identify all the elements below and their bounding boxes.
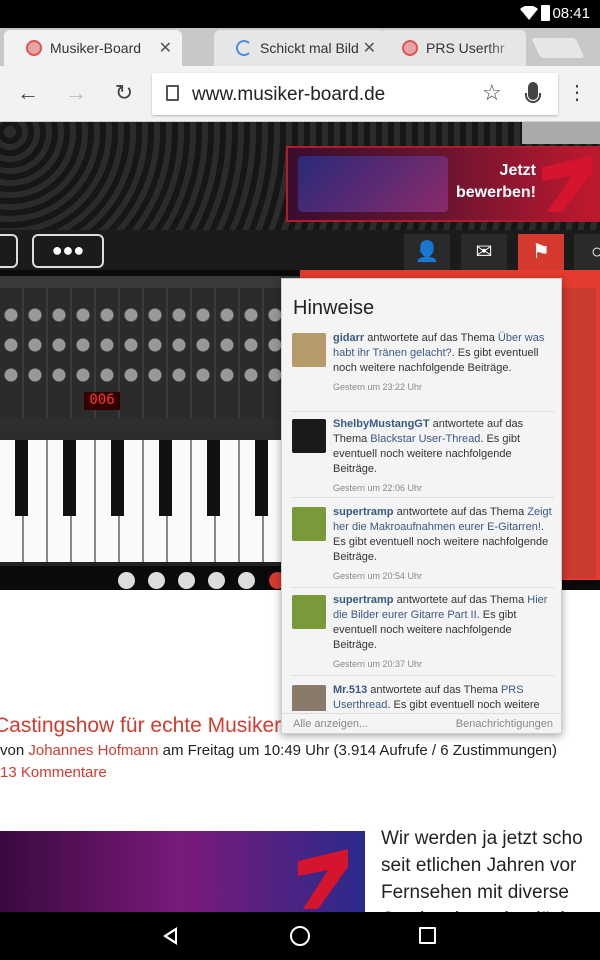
avatar [292, 333, 326, 367]
article-image [0, 831, 365, 912]
show-all-link[interactable]: Alle anzeigen... [293, 718, 368, 730]
close-tab-icon[interactable]: ✕ [159, 38, 172, 58]
notification-user[interactable]: supertramp [333, 506, 394, 518]
ad-text: Jetzt bewerben! [455, 162, 536, 201]
status-bar: 08:41 [0, 0, 600, 28]
author-link[interactable]: Johannes Hofmann [28, 742, 158, 759]
wifi-icon [520, 6, 538, 20]
user-icon[interactable]: 👤 [404, 234, 450, 270]
avatar [292, 685, 326, 711]
page-icon [166, 85, 179, 101]
popover-title: Hinweise [293, 297, 375, 319]
reload-icon[interactable]: ↻ [110, 80, 138, 106]
address-bar[interactable]: www.musiker-board.de ☆ [152, 73, 558, 115]
notifications-popover: Hinweise gidarr antwortete auf das Thema… [281, 278, 563, 735]
ad-banner[interactable]: Jetzt bewerben! [286, 146, 600, 222]
tab-title: Musiker-Board [50, 40, 142, 56]
flag-icon[interactable]: ⚑ [518, 234, 564, 270]
tab-musiker-board[interactable]: Musiker-Board ✕ [4, 30, 182, 66]
notification-time: Gestern um 22:06 Uhr [333, 483, 423, 493]
site-navbar: ●●● 👤 ✉ ⚑ ○ [0, 230, 600, 270]
tab-prs-userthread[interactable]: PRS Userthr [380, 30, 526, 66]
avatar [292, 507, 326, 541]
comments-link[interactable]: 13 Kommentare [0, 764, 107, 781]
tab-title: Schickt mal Bild [260, 40, 359, 56]
pro7-logo [298, 849, 348, 909]
browser-toolbar: ← → ↻ www.musiker-board.de ☆ ⋮ [0, 66, 600, 122]
battery-icon [541, 5, 550, 21]
notification-thread-link[interactable]: Blackstar User-Thread [370, 433, 480, 445]
article-title[interactable]: Castingshow für echte Musiker [0, 714, 281, 738]
musiker-board-favicon-icon [26, 40, 42, 56]
pro7-logo [542, 156, 592, 212]
home-circle-icon[interactable] [290, 926, 310, 946]
article-teaser: Wir werden ja jetzt scho seit etlichen J… [381, 828, 583, 912]
bookmark-star-icon[interactable]: ☆ [482, 80, 502, 106]
synthesizer-image: 006 [0, 276, 300, 566]
notification-time: Gestern um 20:37 Uhr [333, 659, 423, 669]
slider-dot[interactable] [178, 572, 195, 589]
tab-schickt-mal-bild[interactable]: Schickt mal Bild ✕ [214, 30, 386, 66]
mail-icon[interactable]: ✉ [461, 234, 507, 270]
avatar [292, 419, 326, 453]
tab-strip: PRS Userthr Schickt mal Bild ✕ Musiker-B… [0, 28, 600, 66]
new-tab-button[interactable] [531, 38, 585, 58]
menu-kebab-icon[interactable]: ⋮ [563, 80, 591, 105]
notification-user[interactable]: Mr.513 [333, 684, 367, 696]
slider-dot[interactable] [208, 572, 225, 589]
guitar-image [298, 156, 448, 212]
article-meta: von Johannes Hofmann am Freitag um 10:49… [0, 742, 557, 759]
notification-time: Gestern um 20:54 Uhr [333, 571, 423, 581]
notification-user[interactable]: gidarr [333, 332, 364, 344]
url-text[interactable]: www.musiker-board.de [192, 84, 385, 106]
system-nav-bar [0, 912, 600, 960]
slider-dot[interactable] [148, 572, 165, 589]
notification-time: Gestern um 23:22 Uhr [333, 382, 423, 392]
notification-user[interactable]: supertramp [333, 594, 394, 606]
status-time: 08:41 [552, 5, 590, 22]
popover-footer: Alle anzeigen... Benachrichtigungen [282, 713, 563, 735]
back-arrow-icon[interactable]: ← [14, 80, 42, 106]
more-button[interactable]: ●●● [32, 234, 104, 268]
close-tab-icon[interactable]: ✕ [363, 38, 376, 58]
avatar [292, 595, 326, 629]
search-icon[interactable]: ○ [574, 234, 600, 270]
nav-menu-button[interactable] [0, 234, 18, 268]
notification-user[interactable]: ShelbyMustangGT [333, 418, 430, 430]
notifications-link[interactable]: Benachrichtigungen [456, 718, 553, 730]
notifications-list: gidarr antwortete auf das Thema Über was… [282, 331, 563, 711]
slider-dot[interactable] [238, 572, 255, 589]
synth-display: 006 [84, 392, 120, 410]
musiker-board-favicon-icon [402, 40, 418, 56]
slider-dot[interactable] [118, 572, 135, 589]
forward-arrow-icon[interactable]: → [62, 80, 90, 106]
loading-spinner-icon [236, 40, 252, 56]
recents-square-icon[interactable] [419, 927, 436, 944]
